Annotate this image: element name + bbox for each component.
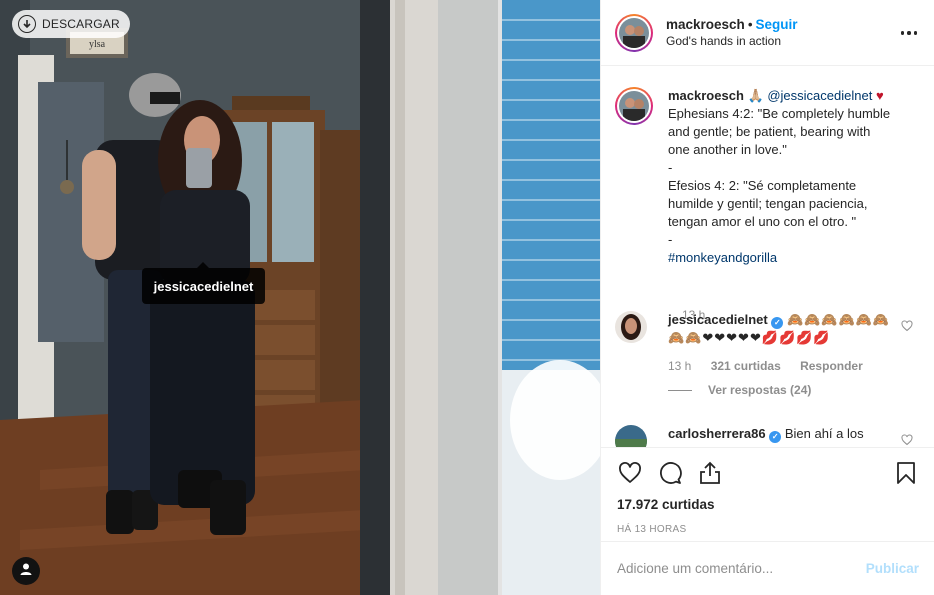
caption-line: humilde y gentil; tengan paciencia,	[668, 196, 868, 211]
comments-list[interactable]: mackroesch 🙏🏼 @jessicacedielnet ♥ Ephesi…	[601, 67, 934, 447]
comment-text-continued: 🙈🙈❤❤❤❤❤💋💋💋💋	[668, 330, 831, 345]
comment-text: Bien ahí a los	[784, 426, 864, 441]
user-tag-popup[interactable]: jessicacedielnet	[142, 262, 265, 304]
likes-count[interactable]: 17.972 curtidas	[617, 497, 919, 512]
caption-line: one another in love."	[668, 142, 787, 157]
comment-username[interactable]: jessicacedielnet	[668, 312, 768, 327]
comment-text: 🙈🙈🙈🙈🙈🙈	[786, 312, 891, 327]
caption-line: Ephesians 4:2: "Be completely humble	[668, 106, 891, 121]
view-replies-button[interactable]: Ver respostas (24)	[668, 383, 811, 397]
download-label: DESCARGAR	[42, 17, 120, 31]
download-button[interactable]: DESCARGAR	[12, 10, 130, 38]
reply-button[interactable]: Responder	[800, 359, 863, 373]
post-header: mackroesch • Seguir God's hands in action	[601, 0, 934, 66]
caption-line: -	[668, 232, 673, 247]
wall-sign-text: ylsa	[89, 39, 106, 50]
follow-button[interactable]: Seguir	[756, 17, 798, 32]
heart-emoji: ♥	[875, 88, 884, 103]
post-caption: mackroesch 🙏🏼 @jessicacedielnet ♥ Ephesi…	[615, 87, 925, 322]
post-side-panel: mackroesch • Seguir God's hands in action …	[600, 0, 934, 595]
verified-badge-icon: ✓	[771, 317, 784, 329]
mirror-selfie-image: ylsa	[0, 0, 600, 595]
more-options-icon[interactable]	[900, 24, 918, 42]
heart-icon[interactable]	[617, 460, 643, 486]
commenter-avatar[interactable]	[615, 425, 647, 447]
header-separator: •	[747, 16, 753, 32]
show-tags-button[interactable]	[12, 557, 40, 585]
user-tag-icon	[19, 562, 33, 581]
view-replies-label: Ver respostas (24)	[708, 383, 812, 397]
caption-line: tengan amor el uno con el otro. "	[668, 214, 857, 229]
instagram-post-modal: ylsa DESCARGAR jessicacedielnet mackroes…	[0, 0, 934, 595]
caption-line: and gentle; be patient, bearing with	[668, 124, 871, 139]
post-time[interactable]: HÁ 13 HORAS	[617, 524, 919, 535]
caption-avatar[interactable]	[615, 87, 653, 125]
caption-line: -	[668, 160, 673, 175]
author-avatar[interactable]	[615, 13, 653, 52]
caption-mention[interactable]: @jessicacedielnet	[767, 88, 872, 103]
comment-time[interactable]: 13 h	[668, 359, 691, 373]
comment-likes[interactable]: 321 curtidas	[711, 359, 781, 373]
caption-username[interactable]: mackroesch	[668, 88, 744, 103]
verified-badge-icon: ✓	[769, 431, 782, 443]
comment-item: jessicacedielnet ✓ 🙈🙈🙈🙈🙈🙈 🙈🙈❤❤❤❤❤💋💋💋💋 13…	[615, 311, 925, 397]
comment-input[interactable]	[617, 561, 866, 576]
user-tag-label: jessicacedielnet	[153, 278, 254, 294]
author-username[interactable]: mackroesch	[666, 17, 745, 32]
share-icon[interactable]	[697, 460, 723, 486]
post-photo[interactable]: ylsa DESCARGAR jessicacedielnet	[0, 0, 600, 595]
comment-username[interactable]: carlosherrera86	[668, 426, 766, 441]
add-comment-bar: Publicar	[601, 541, 934, 595]
caption-line: Efesios 4: 2: "Sé completamente	[668, 178, 857, 193]
commenter-avatar[interactable]	[615, 311, 647, 343]
comment-like-icon[interactable]	[901, 319, 913, 337]
caption-emojis: 🙏🏼	[747, 88, 764, 103]
comment-like-icon[interactable]	[901, 433, 913, 447]
download-icon	[18, 15, 36, 33]
publish-button[interactable]: Publicar	[866, 561, 919, 576]
post-location[interactable]: God's hands in action	[666, 33, 798, 50]
comment-icon[interactable]	[657, 460, 683, 486]
save-icon[interactable]	[893, 460, 919, 486]
caption-hashtag[interactable]: #monkeyandgorilla	[668, 249, 925, 267]
comment-item: carlosherrera86 ✓ Bien ahí a los	[615, 425, 925, 447]
post-actions: 17.972 curtidas HÁ 13 HORAS	[601, 447, 934, 535]
